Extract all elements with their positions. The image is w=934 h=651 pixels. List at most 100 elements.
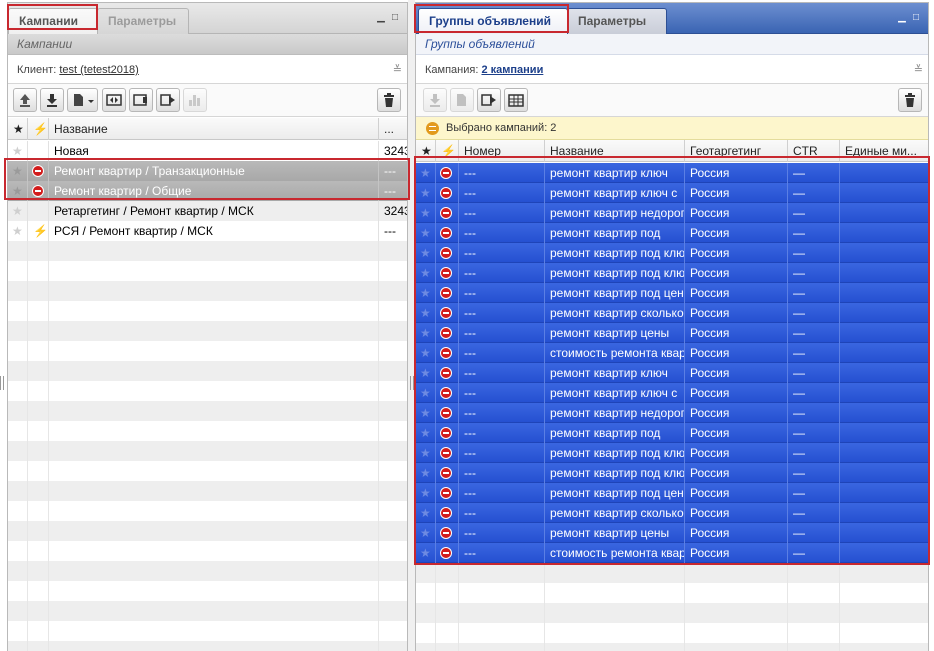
tab-parameters[interactable]: Параметры <box>97 8 189 34</box>
ad-group-row[interactable]: ★ --- ремонт квартир под Россия — <box>416 423 928 443</box>
status-cell <box>436 483 459 503</box>
star-icon[interactable]: ★ <box>8 221 28 241</box>
stats-button[interactable] <box>183 88 207 112</box>
copy-arrows-button[interactable] <box>102 88 126 112</box>
empty-cell <box>436 623 459 643</box>
delete-button[interactable] <box>377 88 401 112</box>
ad-group-row[interactable]: ★ ---стоимость ремонта квартирРоссия— <box>416 343 928 363</box>
ad-group-row[interactable]: ★ --- ремонт квартир под ключ Россия — <box>416 243 928 263</box>
star-icon[interactable]: ★ <box>416 503 436 523</box>
empty-cell <box>8 561 28 581</box>
star-icon[interactable]: ★ <box>416 283 436 303</box>
new-document-button[interactable] <box>450 88 474 112</box>
minimize-icon[interactable]: ▁ <box>896 12 908 23</box>
column-unified-min[interactable]: Единые ми... <box>840 140 928 162</box>
ad-group-row[interactable]: ★ --- ремонт квартир под цена Россия — <box>416 483 928 503</box>
play-button[interactable] <box>156 88 180 112</box>
client-link[interactable]: test (tetest2018) <box>59 64 139 76</box>
column-number[interactable]: Номер <box>459 140 545 162</box>
delete-button[interactable] <box>898 88 922 112</box>
maximize-icon[interactable]: □ <box>389 12 401 23</box>
star-icon[interactable]: ★ <box>416 203 436 223</box>
column-star[interactable]: ★ <box>416 140 436 162</box>
download-button[interactable] <box>423 88 447 112</box>
ad-group-row[interactable]: ★ --- ремонт квартир сколько Россия — <box>416 303 928 323</box>
star-icon[interactable]: ★ <box>416 383 436 403</box>
campaign-row[interactable]: ★ Ремонт квартир / Общие --- <box>8 181 407 201</box>
campaign-row[interactable]: ★ Ретаргетинг / Ремонт квартир / МСК 3243 <box>8 201 407 221</box>
star-icon[interactable]: ★ <box>416 323 436 343</box>
star-icon[interactable]: ★ <box>416 543 436 563</box>
panel-splitter[interactable] <box>408 0 415 651</box>
star-icon[interactable]: ★ <box>416 363 436 383</box>
collapse-icon[interactable]: ≚ <box>914 57 923 83</box>
collapse-icon[interactable]: ≚ <box>393 57 402 83</box>
column-name[interactable]: Название <box>49 118 379 140</box>
star-icon[interactable]: ★ <box>416 463 436 483</box>
star-icon[interactable]: ★ <box>416 183 436 203</box>
table-button[interactable] <box>504 88 528 112</box>
ad-group-name: ремонт квартир недорого <box>545 203 685 223</box>
star-icon[interactable]: ★ <box>416 163 436 183</box>
play-button[interactable] <box>477 88 501 112</box>
new-document-button[interactable] <box>67 88 98 112</box>
star-icon[interactable]: ★ <box>8 201 28 221</box>
campaign-link[interactable]: 2 кампании <box>481 64 543 76</box>
star-icon[interactable]: ★ <box>416 343 436 363</box>
star-icon[interactable]: ★ <box>416 403 436 423</box>
empty-cell <box>49 481 379 501</box>
campaign-row[interactable]: ★ Новая 3243 <box>8 141 407 161</box>
ad-group-row[interactable]: ★ --- ремонт квартир под ключ Россия — <box>416 443 928 463</box>
download-button[interactable] <box>40 88 64 112</box>
maximize-icon[interactable]: □ <box>910 12 922 23</box>
ad-group-row[interactable]: ★ --- ремонт квартир сколько Россия — <box>416 503 928 523</box>
ad-group-row[interactable]: ★ --- ремонт квартир под ключ Россия — <box>416 263 928 283</box>
ad-group-row[interactable]: ★ --- ремонт квартир под Россия — <box>416 223 928 243</box>
empty-cell <box>8 601 28 621</box>
ad-group-row[interactable]: ★ --- ремонт квартир недорого Россия — <box>416 203 928 223</box>
star-icon[interactable]: ★ <box>416 303 436 323</box>
star-icon[interactable]: ★ <box>8 141 28 161</box>
ad-group-row[interactable]: ★ --- ремонт квартир ключ Россия — <box>416 163 928 183</box>
ad-group-row[interactable]: ★ --- ремонт квартир ключ Россия — <box>416 363 928 383</box>
tab-ad-groups[interactable]: Группы объявлений <box>418 8 568 34</box>
left-resize-handle[interactable] <box>0 376 4 390</box>
ad-group-row[interactable]: ★ --- ремонт квартир цены Россия — <box>416 323 928 343</box>
column-geotargeting[interactable]: Геотаргетинг <box>685 140 788 162</box>
ad-group-row[interactable]: ★ --- ремонт квартир под ключ Россия — <box>416 463 928 483</box>
star-icon[interactable]: ★ <box>416 483 436 503</box>
star-icon[interactable]: ★ <box>416 523 436 543</box>
star-icon[interactable]: ★ <box>416 443 436 463</box>
star-icon[interactable]: ★ <box>416 223 436 243</box>
star-icon[interactable]: ★ <box>8 161 28 181</box>
empty-cell <box>28 641 49 651</box>
status-cell <box>28 181 49 201</box>
star-icon[interactable]: ★ <box>8 181 28 201</box>
column-status[interactable]: ⚡▲ <box>436 140 459 162</box>
minimize-icon[interactable]: ▁ <box>375 12 387 23</box>
campaign-row[interactable]: ★ Ремонт квартир / Транзакционные --- <box>8 161 407 181</box>
ad-group-row[interactable]: ★ ---стоимость ремонта квартирРоссия— <box>416 543 928 563</box>
tab-parameters[interactable]: Параметры <box>567 8 667 34</box>
column-status[interactable]: ⚡ <box>28 118 49 140</box>
star-icon[interactable]: ★ <box>416 263 436 283</box>
ad-group-row[interactable]: ★ --- ремонт квартир ключ с Россия — <box>416 383 928 403</box>
ad-group-row[interactable]: ★ --- ремонт квартир ключ с Россия — <box>416 183 928 203</box>
column-ctr[interactable]: CTR <box>788 140 840 162</box>
upload-button[interactable] <box>13 88 37 112</box>
empty-cell <box>416 583 436 603</box>
ad-group-row[interactable]: ★ --- ремонт квартир цены Россия — <box>416 523 928 543</box>
pause-button[interactable] <box>129 88 153 112</box>
ad-group-row[interactable]: ★ --- ремонт квартир недорого Россия — <box>416 403 928 423</box>
ad-group-unified-min <box>840 423 928 443</box>
campaign-row[interactable]: ★ ⚡ РСЯ / Ремонт квартир / МСК --- <box>8 221 407 241</box>
star-icon[interactable]: ★ <box>416 243 436 263</box>
empty-cell <box>379 281 407 301</box>
column-star[interactable]: ★ <box>8 118 28 140</box>
ad-group-row[interactable]: ★ --- ремонт квартир под цена Россия — <box>416 283 928 303</box>
column-more[interactable]: ... <box>379 118 407 140</box>
star-icon[interactable]: ★ <box>416 423 436 443</box>
tab-campaigns[interactable]: Кампании <box>8 8 98 34</box>
column-name[interactable]: Название <box>545 140 685 162</box>
ad-group-ctr: — <box>788 543 840 563</box>
